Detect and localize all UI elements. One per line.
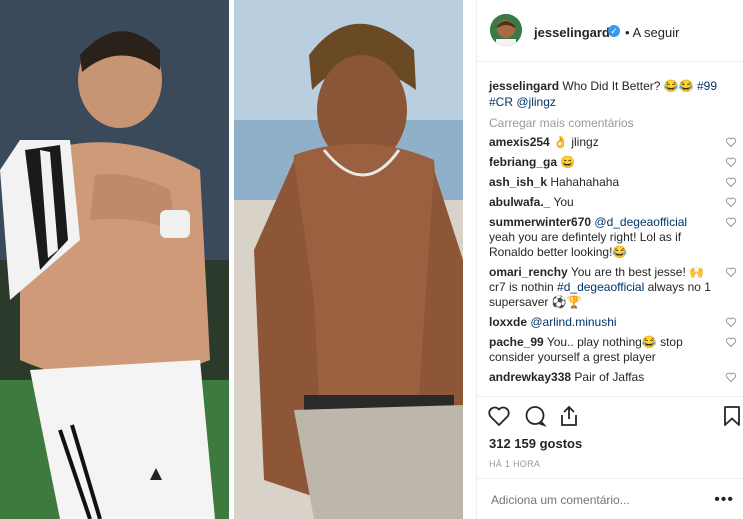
- comment-username[interactable]: amexis254: [489, 135, 550, 149]
- comment-mention[interactable]: @arlind.minushi: [530, 315, 616, 329]
- comment-text: 😄: [560, 155, 576, 169]
- caption-username[interactable]: jesselingard: [489, 79, 559, 93]
- avatar[interactable]: [490, 14, 522, 46]
- comment-text: Pair of Jaffas: [574, 370, 645, 384]
- action-bar: [477, 396, 743, 428]
- instagram-post: jesselingard ✓ • A seguir jesselingard W…: [0, 0, 743, 519]
- caption-text: Who Did It Better? 😂😂: [562, 79, 697, 93]
- comment: summerwinter670 @d_degeaofficial yeah yo…: [489, 215, 739, 260]
- caption-tags[interactable]: #CR @jlingz: [489, 95, 556, 109]
- comments-list: jesselingard Who Did It Better? 😂😂 #99 #…: [489, 78, 739, 385]
- comment: abulwafa._ You: [489, 195, 739, 210]
- comment: loxxde @arlind.minushi: [489, 315, 739, 330]
- heart-icon[interactable]: [725, 216, 737, 228]
- comment-username[interactable]: pache_99: [489, 335, 544, 349]
- comment-text: 👌 jlingz: [553, 135, 599, 149]
- comment-username[interactable]: loxxde: [489, 315, 527, 329]
- share-icon[interactable]: [557, 404, 581, 428]
- author-username[interactable]: jesselingard: [534, 25, 610, 40]
- photo-right: [234, 0, 463, 519]
- heart-icon[interactable]: [725, 136, 737, 148]
- post-media[interactable]: [0, 0, 476, 519]
- load-more-comments[interactable]: Carregar mais comentários: [489, 116, 739, 130]
- comment-username[interactable]: summerwinter670: [489, 215, 591, 229]
- heart-icon[interactable]: [725, 316, 737, 328]
- comment: omari_renchy You are th best jesse! 🙌 cr…: [489, 265, 739, 310]
- follow-status[interactable]: • A seguir: [625, 25, 679, 40]
- comment-username[interactable]: abulwafa._: [489, 195, 550, 209]
- heart-icon[interactable]: [725, 196, 737, 208]
- photo-left: [0, 0, 229, 519]
- comment: amexis254 👌 jlingz: [489, 135, 739, 150]
- caption-hashtag[interactable]: #99: [697, 79, 717, 93]
- heart-icon[interactable]: [725, 266, 737, 278]
- heart-icon[interactable]: [725, 176, 737, 188]
- comment: pache_99 You.. play nothing😂 stop consid…: [489, 335, 739, 365]
- comment: andrewkay338 Pair of Jaffas: [489, 370, 739, 385]
- post-caption: jesselingard Who Did It Better? 😂😂 #99 #…: [489, 78, 739, 110]
- post-timestamp: HÁ 1 HORA: [489, 459, 541, 469]
- bookmark-icon[interactable]: [720, 404, 743, 428]
- likes-count[interactable]: 312 159 gostos: [489, 436, 582, 451]
- post-sidebar: jesselingard ✓ • A seguir jesselingard W…: [476, 0, 743, 519]
- comment-text: You: [553, 195, 574, 209]
- comment-mention[interactable]: @d_degeaofficial: [594, 215, 687, 229]
- comment: febriang_ga 😄: [489, 155, 739, 170]
- comment-text: Hahahahaha: [550, 175, 620, 189]
- comment-username[interactable]: andrewkay338: [489, 370, 571, 384]
- heart-icon[interactable]: [725, 371, 737, 383]
- comment: ash_ish_k Hahahahaha: [489, 175, 739, 190]
- add-comment-bar: •••: [477, 478, 743, 519]
- verified-icon: ✓: [608, 25, 620, 37]
- heart-icon[interactable]: [725, 156, 737, 168]
- comment-username[interactable]: ash_ish_k: [489, 175, 547, 189]
- more-icon[interactable]: •••: [714, 491, 734, 509]
- heart-icon[interactable]: [725, 336, 737, 348]
- comment-text: yeah you are defintely right! Lol as if …: [489, 230, 682, 259]
- comment-input[interactable]: [489, 490, 703, 510]
- comment-username[interactable]: febriang_ga: [489, 155, 557, 169]
- comment-username[interactable]: omari_renchy: [489, 265, 568, 279]
- comment-icon[interactable]: [523, 404, 547, 428]
- heart-icon[interactable]: [487, 404, 511, 428]
- post-header: jesselingard ✓ • A seguir: [477, 0, 743, 62]
- comment-mention[interactable]: #d_degeaofficial: [557, 280, 644, 294]
